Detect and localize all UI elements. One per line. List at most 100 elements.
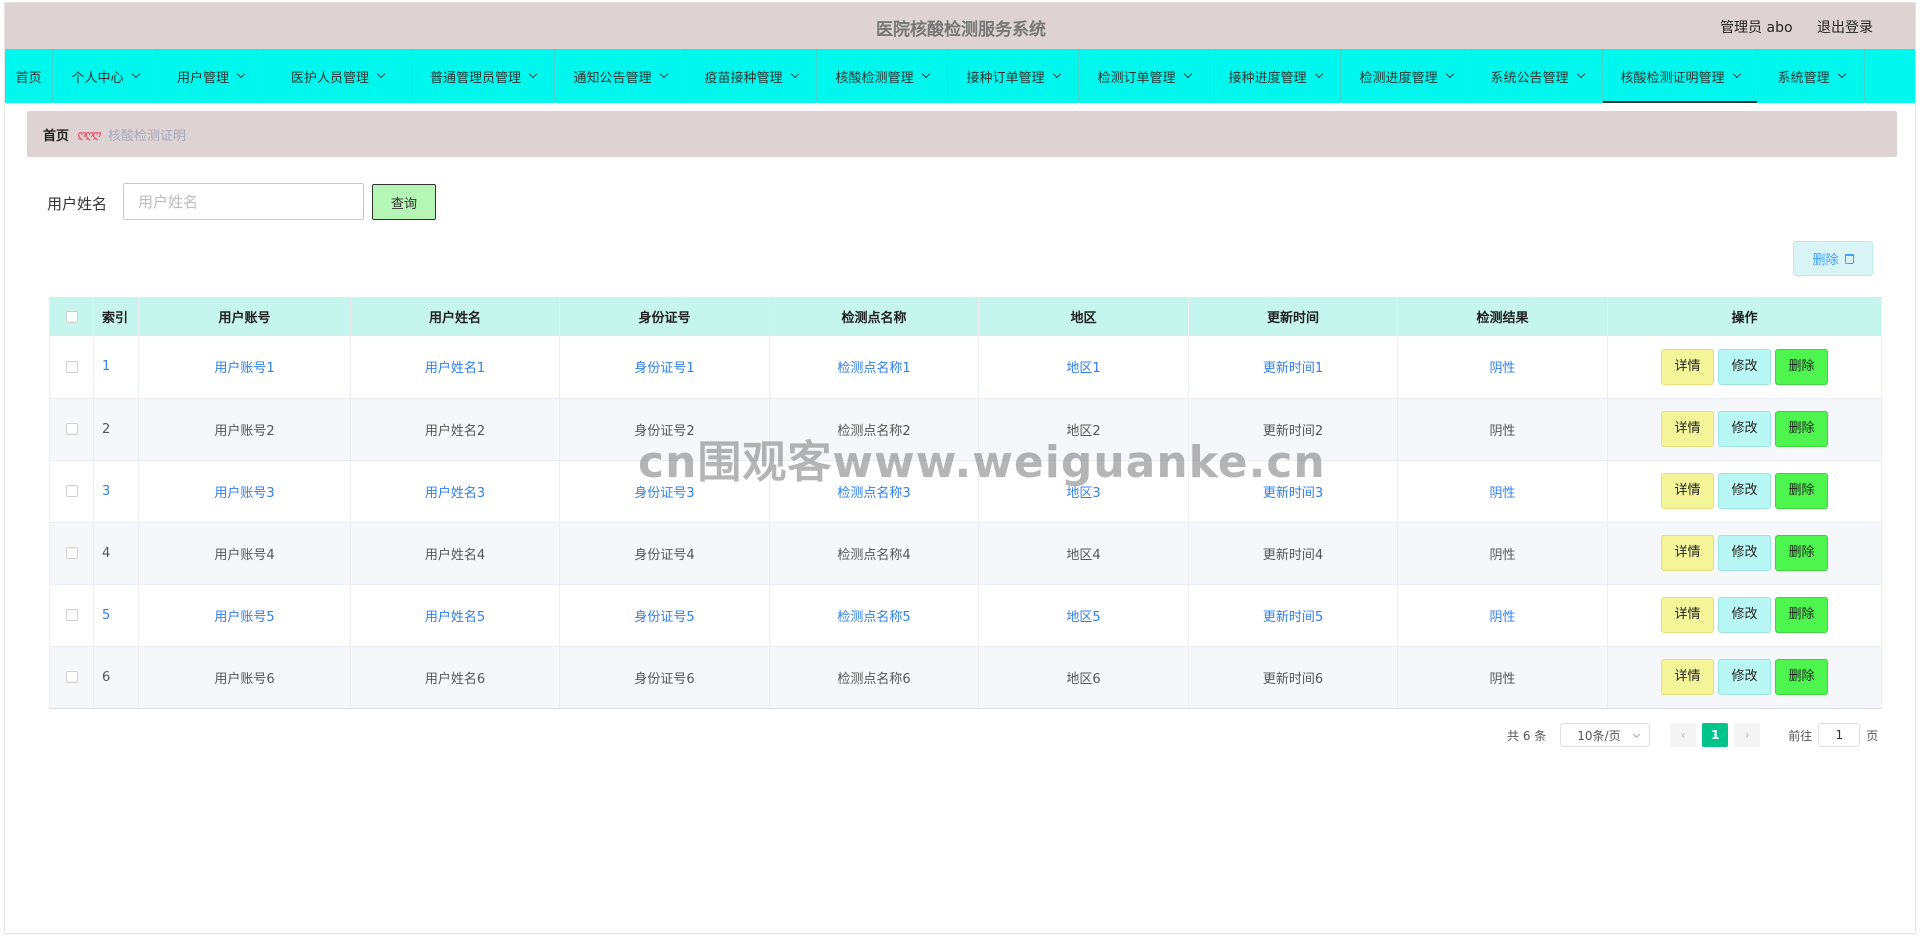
- nav-item-4[interactable]: 普通管理员管理: [412, 49, 555, 103]
- nav-item-7[interactable]: 核酸检测管理: [817, 49, 948, 103]
- cell-region: 地区5: [978, 584, 1189, 647]
- row-checkbox[interactable]: [65, 547, 78, 559]
- cell-index: 3: [93, 460, 139, 523]
- cell-name: 用户姓名2: [350, 398, 560, 461]
- page-suffix-label: 页: [1866, 728, 1879, 743]
- page-size-select[interactable]: 10条/页: [1560, 723, 1651, 747]
- column-header: 操作: [1607, 297, 1882, 336]
- detail-button[interactable]: 详情: [1661, 659, 1714, 695]
- nav-item-13[interactable]: 核酸检测证明管理: [1603, 49, 1758, 103]
- chevron-down-icon: [1314, 69, 1323, 78]
- detail-button[interactable]: 详情: [1661, 473, 1714, 509]
- breadcrumb-home[interactable]: 首页: [43, 125, 69, 144]
- current-user-label: 管理员 abo: [1720, 20, 1793, 36]
- nav-item-label: 核酸检测管理: [835, 70, 914, 86]
- breadcrumb-separator-icon: ღღღ: [77, 127, 101, 141]
- nav-item-11[interactable]: 检测进度管理: [1341, 49, 1472, 103]
- cell-result: 阴性: [1397, 398, 1608, 461]
- cell-id-card: 身份证号2: [559, 398, 770, 461]
- cell-result: 阴性: [1397, 336, 1608, 399]
- cell-region: 地区3: [978, 460, 1189, 523]
- detail-button[interactable]: 详情: [1661, 535, 1714, 571]
- row-checkbox[interactable]: [65, 485, 78, 497]
- nav-item-10[interactable]: 接种进度管理: [1210, 49, 1341, 103]
- cell-actions: 详情 修改 删除: [1607, 522, 1882, 585]
- row-checkbox[interactable]: [65, 360, 78, 373]
- delete-button[interactable]: 删除: [1775, 659, 1828, 695]
- nav-item-5[interactable]: 通知公告管理: [555, 49, 686, 103]
- cell-id-card: 身份证号5: [559, 584, 770, 647]
- nav-item-1[interactable]: 个人中心: [53, 49, 158, 103]
- delete-button[interactable]: 删除: [1775, 348, 1828, 385]
- chevron-down-icon: [659, 69, 668, 78]
- delete-button[interactable]: 删除: [1775, 597, 1828, 633]
- nav-item-14[interactable]: 系统管理: [1758, 49, 1865, 103]
- nav-item-8[interactable]: 接种订单管理: [948, 49, 1079, 103]
- goto-page-input[interactable]: [1818, 723, 1861, 747]
- chevron-down-icon: [376, 69, 386, 78]
- cell-id-card: 身份证号1: [559, 336, 770, 399]
- column-header: 检测结果: [1397, 297, 1608, 336]
- row-checkbox[interactable]: [65, 423, 78, 435]
- nav-item-12[interactable]: 系统公告管理: [1472, 49, 1603, 103]
- detail-button[interactable]: 详情: [1661, 597, 1714, 633]
- cell-result: 阴性: [1397, 460, 1608, 523]
- cell-index: 2: [93, 398, 139, 461]
- column-header: 身份证号: [559, 297, 770, 336]
- table-header-row: 索引 用户账号 用户姓名 身份证号 检测点名称 地区 更新时间 检测结果 操作: [49, 297, 1882, 336]
- edit-button[interactable]: 修改: [1718, 535, 1771, 571]
- nav-item-label: 通知公告管理: [573, 70, 652, 86]
- cell-index: 5: [93, 584, 139, 647]
- nav-item-0[interactable]: 首页: [5, 49, 53, 103]
- row-select-cell: [49, 584, 94, 647]
- cell-updated: 更新时间3: [1188, 460, 1398, 523]
- logout-link[interactable]: 退出登录: [1817, 20, 1873, 36]
- search-input[interactable]: [123, 183, 364, 220]
- trash-icon: [1844, 253, 1854, 264]
- nav-item-3[interactable]: 医护人员管理: [264, 49, 412, 103]
- chevron-down-icon: [236, 69, 246, 78]
- nav-item-6[interactable]: 疫苗接种管理: [686, 49, 817, 103]
- delete-button[interactable]: 删除: [1775, 535, 1828, 571]
- nav-item-label: 检测订单管理: [1097, 70, 1176, 86]
- batch-delete-label: 删除: [1812, 253, 1839, 268]
- nav-item-label: 个人中心: [71, 70, 124, 86]
- row-select-cell: [49, 646, 94, 709]
- select-all-checkbox[interactable]: [65, 310, 78, 323]
- column-header: 用户姓名: [350, 297, 560, 336]
- nav-item-9[interactable]: 检测订单管理: [1079, 49, 1210, 103]
- breadcrumb: 首页 ღღღ 核酸检测证明: [27, 111, 1897, 157]
- delete-button[interactable]: 删除: [1775, 411, 1828, 447]
- nav-item-label: 首页: [15, 70, 42, 86]
- search-button[interactable]: 查询: [372, 184, 436, 220]
- chevron-down-icon: [1837, 69, 1846, 78]
- edit-button[interactable]: 修改: [1718, 473, 1771, 509]
- nav-item-label: 系统公告管理: [1490, 70, 1569, 86]
- next-page-button[interactable]: ›: [1734, 723, 1761, 747]
- detail-button[interactable]: 详情: [1661, 411, 1714, 447]
- table-row: 4 用户账号4 用户姓名4 身份证号4 检测点名称4 地区4 更新时间4 阴性 详情 修改 删除: [49, 522, 1882, 585]
- edit-button[interactable]: 修改: [1718, 597, 1771, 633]
- row-checkbox[interactable]: [65, 609, 78, 621]
- edit-button[interactable]: 修改: [1718, 411, 1771, 447]
- cell-region: 地区1: [978, 336, 1189, 399]
- nav-item-label: 接种进度管理: [1228, 70, 1307, 86]
- page-number-current[interactable]: 1: [1702, 723, 1729, 747]
- edit-button[interactable]: 修改: [1718, 348, 1771, 385]
- cell-name: 用户姓名3: [350, 460, 560, 523]
- cell-site: 检测点名称3: [769, 460, 979, 523]
- cell-id-card: 身份证号6: [559, 646, 770, 709]
- nav-item-label: 接种订单管理: [966, 70, 1045, 86]
- nav-item-2[interactable]: 用户管理: [158, 49, 264, 103]
- detail-button[interactable]: 详情: [1661, 348, 1714, 385]
- delete-button[interactable]: 删除: [1775, 473, 1828, 509]
- row-checkbox[interactable]: [65, 671, 78, 683]
- edit-button[interactable]: 修改: [1718, 659, 1771, 695]
- app-window: 医院核酸检测服务系统 管理员 abo 退出登录 首页 个人中心 用户管理 医护人员管理…: [4, 2, 1916, 934]
- page-size-value: 10条/页: [1577, 728, 1621, 743]
- cell-actions: 详情 修改 删除: [1607, 460, 1882, 523]
- prev-page-button[interactable]: ‹: [1670, 723, 1697, 747]
- nav-item-label: 系统管理: [1777, 70, 1830, 86]
- cell-id-card: 身份证号3: [559, 460, 770, 523]
- batch-delete-button[interactable]: 删除: [1793, 241, 1873, 276]
